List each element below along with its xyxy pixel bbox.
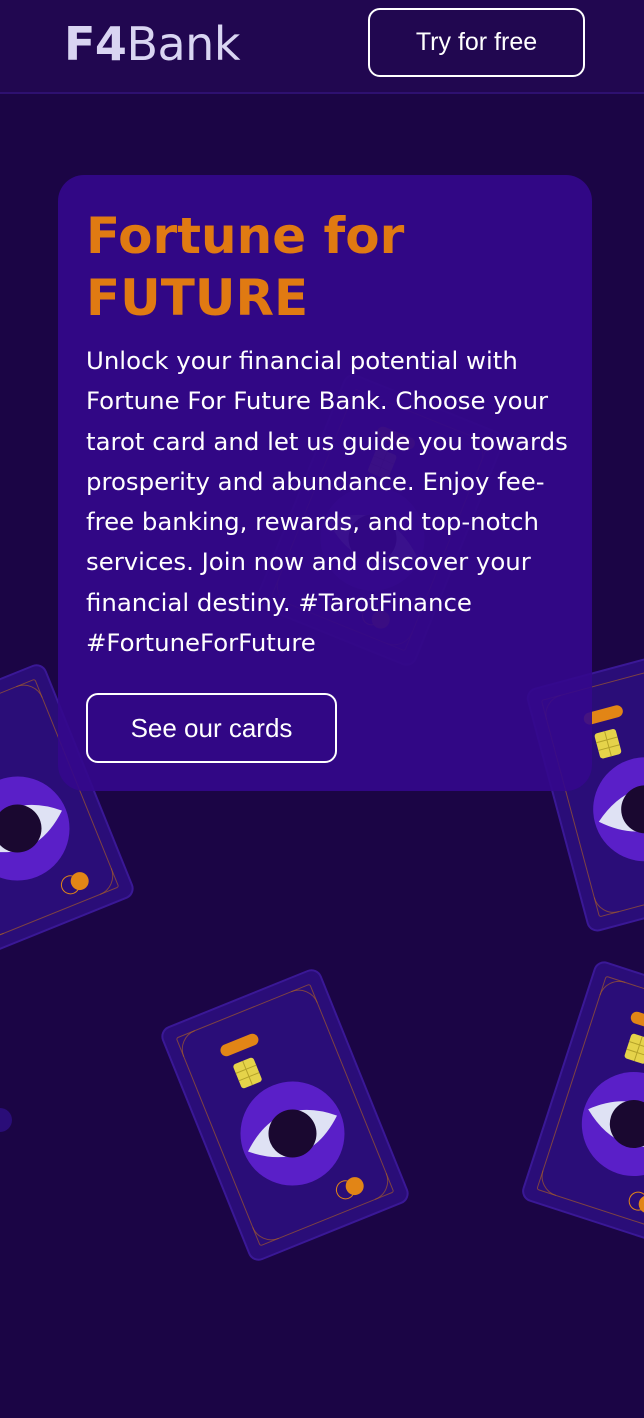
hero-title-line1: Fortune for — [86, 207, 405, 265]
see-our-cards-button[interactable]: See our cards — [86, 693, 337, 763]
tarot-card-right-bottom — [519, 958, 644, 1252]
tarot-card-center — [158, 966, 412, 1264]
hero-title: Fortune for FUTURE — [86, 205, 564, 329]
hero-panel: Fortune for FUTURE Unlock your financial… — [58, 175, 592, 791]
hero-description: Unlock your financial potential with For… — [86, 346, 568, 658]
hero-title-line2: FUTURE — [86, 269, 309, 327]
tarot-card-edge-left — [0, 1108, 12, 1132]
